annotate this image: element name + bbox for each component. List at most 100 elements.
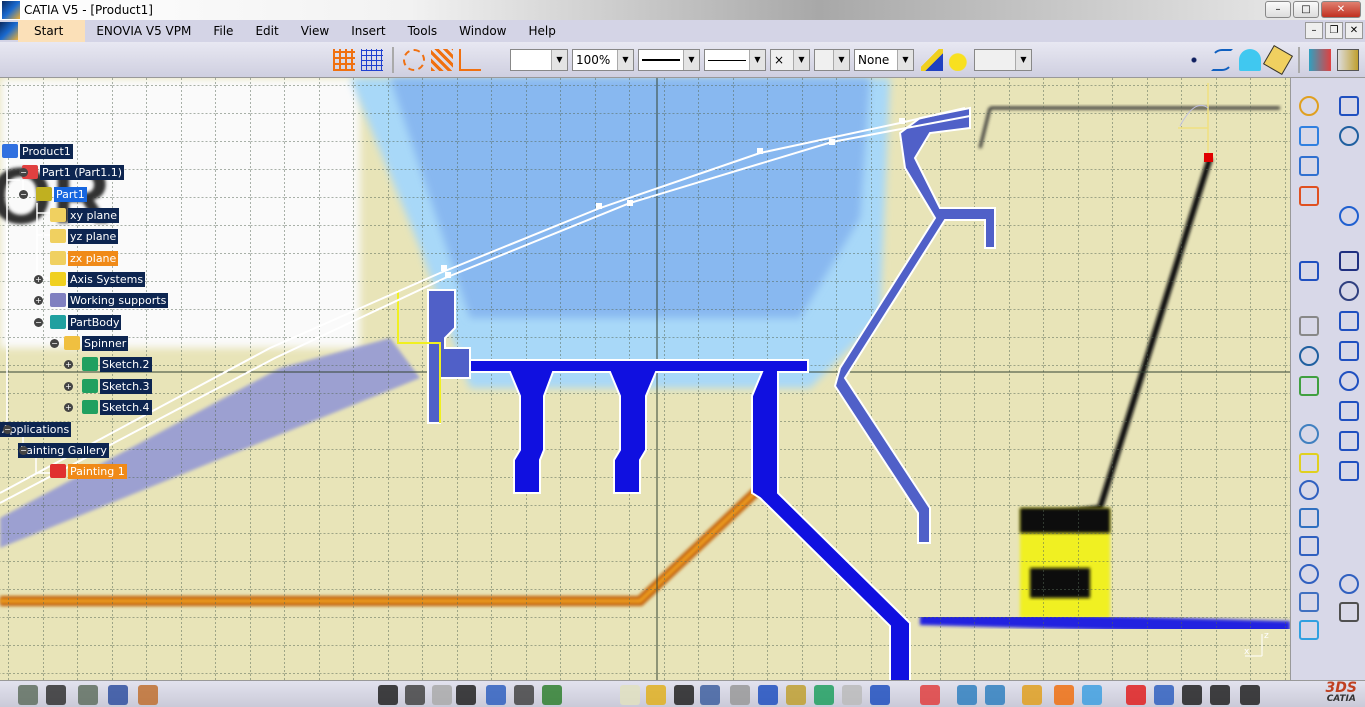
copy-icon[interactable] (758, 685, 778, 705)
surface-icon[interactable] (1239, 49, 1261, 71)
collapse-icon[interactable]: − (3, 425, 12, 434)
cut-part-icon[interactable] (1299, 424, 1319, 444)
dimension-icon[interactable] (1299, 346, 1319, 366)
edge-icon[interactable] (1299, 261, 1319, 281)
sketch-analysis-icon[interactable] (1262, 44, 1294, 76)
tree-node-yz-plane[interactable]: yz plane (50, 228, 119, 244)
spline-icon[interactable] (1339, 341, 1359, 361)
tree-node-axis-systems[interactable]: Axis Systems (50, 271, 146, 287)
select-arrow-icon[interactable] (1299, 186, 1319, 206)
tree-node-spinner[interactable]: Spinner (64, 335, 129, 351)
tree-node-label[interactable]: Sketch.3 (100, 378, 152, 394)
formula-icon[interactable] (378, 685, 398, 705)
tree-icon[interactable] (1126, 685, 1146, 705)
sketch-icon[interactable] (1339, 96, 1359, 116)
doc-minimize-button[interactable]: – (1305, 22, 1323, 39)
catalog-icon[interactable] (1022, 685, 1042, 705)
construction-element-icon[interactable] (403, 49, 425, 71)
assembly-icon[interactable] (108, 685, 128, 705)
tree-node-part1[interactable]: Part1 (36, 186, 87, 202)
line-icon[interactable] (1339, 401, 1359, 421)
doc-restore-button[interactable]: ❐ (1325, 22, 1343, 39)
tree-node-label[interactable]: zx plane (68, 250, 119, 266)
ellipse-icon[interactable] (1339, 371, 1359, 391)
tree-node-label[interactable]: Part1 (54, 186, 87, 202)
catia-menu-icon[interactable] (0, 22, 18, 40)
output-feature-icon[interactable] (1339, 126, 1359, 146)
collapse-icon[interactable]: − (19, 168, 28, 177)
menu-file[interactable]: File (202, 20, 244, 42)
circle-icon[interactable] (1339, 251, 1359, 271)
tree-node-label[interactable]: Product1 (20, 143, 73, 159)
point-circle-icon[interactable] (1339, 311, 1359, 331)
dimensional-constraints-icon[interactable] (459, 49, 481, 71)
transparency-combo[interactable]: 100% ▼ (572, 49, 634, 71)
tree-node-label[interactable]: Axis Systems (68, 271, 146, 287)
tree-node-painting-gallery[interactable]: Painting Gallery (18, 442, 109, 458)
normal-view-icon[interactable] (1299, 592, 1319, 612)
tree-node-label[interactable]: Painting Gallery (18, 442, 109, 458)
print-icon[interactable] (700, 685, 720, 705)
expand-icon[interactable]: + (64, 382, 73, 391)
zoom-in-icon[interactable] (1299, 536, 1319, 556)
tree-node-part1-part1-1[interactable]: Part1 (Part1.1) (22, 164, 125, 180)
lock-icon[interactable] (514, 685, 534, 705)
tree-node-label[interactable]: Painting 1 (68, 463, 127, 479)
maximize-button[interactable]: □ (1293, 1, 1319, 18)
menu-view[interactable]: View (290, 20, 340, 42)
exit-workbench-icon[interactable] (1299, 96, 1319, 116)
update-icon[interactable] (1054, 685, 1074, 705)
multi-view-icon[interactable] (1299, 620, 1319, 640)
constraint-icon[interactable] (1339, 206, 1359, 226)
3d-viewport[interactable]: z x OR Product1 Part1 (Part1.1) − Part1− xy … (0, 78, 1290, 680)
save-icon[interactable] (674, 685, 694, 705)
point-icon[interactable] (1339, 461, 1359, 481)
design-table-icon[interactable] (456, 685, 476, 705)
view-1-icon[interactable] (957, 685, 977, 705)
construction-icon[interactable] (1299, 376, 1319, 396)
select-product-icon[interactable] (1337, 49, 1359, 71)
collapse-icon[interactable]: − (34, 318, 43, 327)
new-icon[interactable] (620, 685, 640, 705)
expand-icon[interactable]: + (34, 296, 43, 305)
tree-node-partbody[interactable]: PartBody (50, 314, 122, 330)
snap-to-point-icon[interactable] (361, 49, 383, 71)
spline-icon[interactable] (1211, 49, 1233, 71)
color-combo[interactable]: ▼ (510, 49, 568, 71)
close-button[interactable]: ✕ (1321, 1, 1361, 18)
painter-icon[interactable] (921, 49, 943, 71)
comment-icon[interactable] (405, 685, 425, 705)
tree-node-label[interactable]: Working supports (68, 292, 169, 308)
undo-icon[interactable] (814, 685, 834, 705)
view-2-icon[interactable] (985, 685, 1005, 705)
material-icon[interactable] (949, 49, 971, 71)
pan-icon[interactable] (1299, 480, 1319, 500)
report-2-icon[interactable] (1210, 685, 1230, 705)
menu-insert[interactable]: Insert (340, 20, 396, 42)
fly-mode-icon[interactable] (920, 685, 940, 705)
list-icon[interactable] (1154, 685, 1174, 705)
rectangle-icon[interactable] (1339, 281, 1359, 301)
tree-node-label[interactable]: yz plane (68, 228, 119, 244)
report-icon[interactable] (1182, 685, 1202, 705)
sketcher-icon[interactable] (46, 685, 66, 705)
analysis-icon[interactable] (1082, 685, 1102, 705)
geometrical-constraints-icon[interactable] (431, 49, 453, 71)
expand-icon[interactable]: + (64, 403, 73, 412)
tree-node-painting-1[interactable]: Painting 1 (50, 463, 127, 479)
collapse-icon[interactable]: − (19, 446, 28, 455)
tree-node-label[interactable]: Part1 (Part1.1) (40, 164, 125, 180)
tree-node-zx-plane[interactable]: zx plane (50, 250, 119, 266)
hide-show-icon[interactable] (1339, 602, 1359, 622)
expand-icon[interactable]: + (64, 360, 73, 369)
point-icon[interactable] (1183, 49, 1205, 71)
eraser-icon[interactable] (1299, 316, 1319, 336)
menu-window[interactable]: Window (448, 20, 517, 42)
rendering-style-combo[interactable]: ▼ (814, 49, 850, 71)
reference-icon[interactable] (486, 685, 506, 705)
tree-node-sketch-3[interactable]: Sketch.3 (82, 378, 152, 394)
collapse-icon[interactable]: − (50, 339, 59, 348)
settings-icon[interactable] (78, 685, 98, 705)
open-icon[interactable] (646, 685, 666, 705)
expand-icon[interactable]: + (34, 275, 43, 284)
